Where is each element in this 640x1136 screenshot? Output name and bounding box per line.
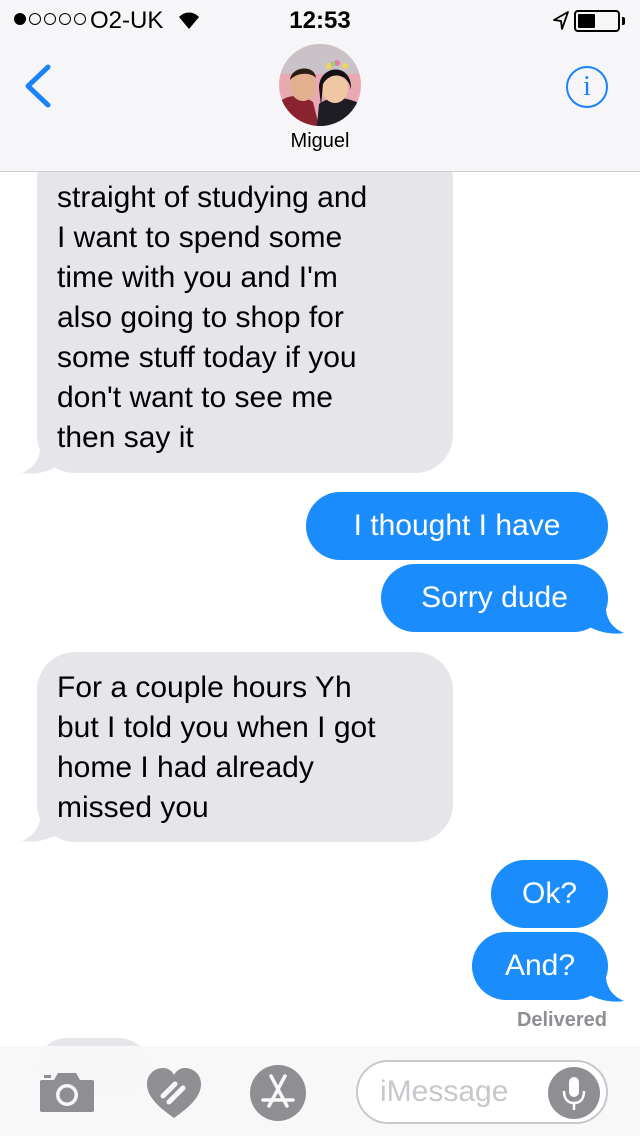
incoming-message[interactable]: For a couple hours Yh but I told you whe… (37, 652, 453, 842)
status-time: 12:53 (289, 7, 351, 34)
battery-icon (574, 10, 620, 32)
status-bar: O2-UK 12:53 (0, 0, 640, 40)
contact-name[interactable]: Miguel (0, 130, 640, 153)
app-store-icon[interactable] (249, 1064, 307, 1122)
message-line: For a couple hours Yh (57, 671, 352, 704)
message-text-field[interactable] (380, 1072, 550, 1112)
incoming-message[interactable]: straight of studying and I want to spend… (37, 140, 453, 473)
outgoing-message[interactable]: Ok? (491, 860, 608, 928)
message-line: Ok? (521, 877, 578, 910)
compose-bar (0, 1046, 640, 1136)
message-line: I thought I have (353, 509, 561, 542)
battery-tip (622, 17, 625, 25)
message-line: I want to spend some (57, 221, 343, 254)
microphone-icon[interactable] (548, 1067, 600, 1119)
location-arrow-icon (553, 11, 569, 30)
message-line: also going to shop for (57, 301, 344, 334)
message-line: Sorry dude (421, 581, 568, 614)
message-line: some stuff today if you (57, 341, 357, 374)
incoming-bubble-tail (22, 808, 58, 842)
message-line: don't want to see me (57, 381, 333, 414)
outgoing-bubble-tail (588, 600, 624, 634)
incoming-bubble-tail (22, 440, 58, 474)
message-line: home I had already (57, 751, 314, 784)
message-line: but I told you when I got (57, 711, 376, 744)
outgoing-message[interactable]: I thought I have (306, 492, 608, 560)
avatar[interactable] (279, 44, 361, 126)
message-line: straight of studying and (57, 181, 368, 214)
message-line: then say it (57, 421, 194, 454)
outgoing-bubble-tail (588, 968, 624, 1002)
delivered-status: Delivered (516, 1009, 607, 1031)
chevron-left-icon[interactable] (22, 64, 52, 108)
message-line: time with you and I'm (57, 261, 338, 294)
digital-touch-heart-icon[interactable] (145, 1066, 203, 1120)
camera-icon[interactable] (38, 1070, 96, 1114)
imessage-input[interactable] (356, 1060, 608, 1124)
message-line: missed you (57, 791, 209, 824)
outgoing-message[interactable]: Sorry dude (381, 564, 608, 632)
info-button[interactable]: i (566, 66, 608, 108)
